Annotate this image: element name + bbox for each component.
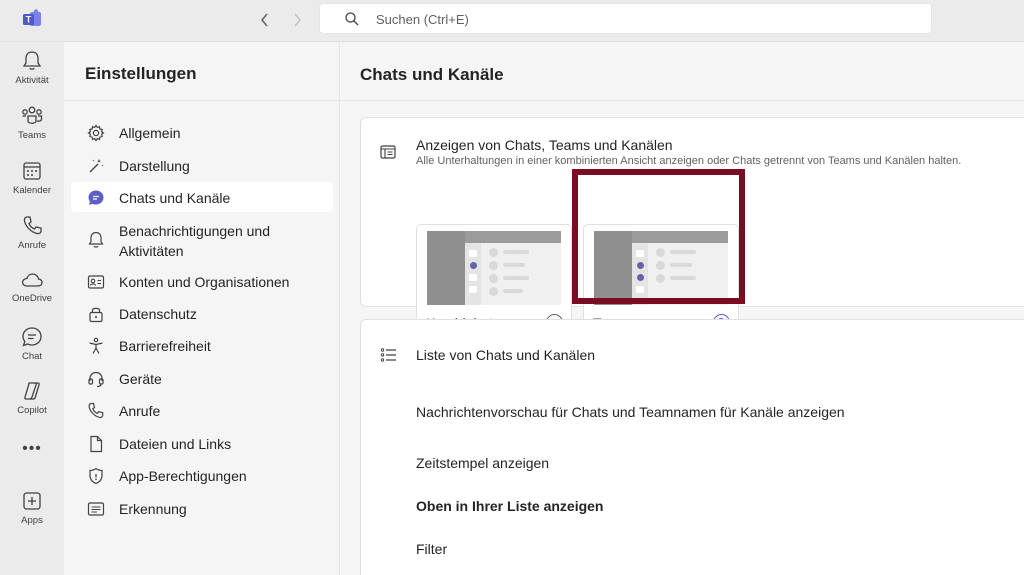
setting-filter[interactable]: Filter — [416, 541, 447, 557]
layout-icon — [380, 145, 396, 159]
settings-item-chats-channels[interactable]: Chats und Kanäle — [71, 182, 333, 212]
rail-item-apps[interactable]: Apps — [0, 490, 64, 540]
settings-item-label: Dateien und Links — [119, 436, 232, 452]
settings-item-files-links[interactable]: Dateien und Links — [71, 428, 333, 458]
settings-item-devices[interactable]: Geräte — [71, 363, 333, 393]
settings-item-accounts[interactable]: Konten und Organisationen — [71, 266, 333, 296]
bell-icon — [22, 51, 42, 70]
phone-icon — [88, 402, 104, 419]
settings-item-accessibility[interactable]: Barrierefreiheit — [71, 330, 333, 360]
settings-item-notifications[interactable]: Benachrichtigungen und Aktivitäten — [71, 218, 333, 262]
title-bar: T — [0, 0, 1024, 42]
teams-icon — [22, 106, 43, 124]
rail-item-activity[interactable]: Aktivität — [0, 50, 64, 100]
recognition-icon — [87, 502, 105, 516]
copilot-icon — [24, 382, 40, 400]
chevron-right-icon — [294, 13, 301, 27]
rail-item-teams[interactable]: Teams — [0, 105, 64, 155]
list-settings-card: Liste von Chats und Kanälen Nachrichtenv… — [360, 319, 1024, 575]
settings-item-label: Darstellung — [119, 158, 190, 174]
rail-item-calendar[interactable]: Kalender — [0, 160, 64, 210]
app-rail: Aktivität Teams Kalender Anrufe OneDrive — [0, 42, 64, 575]
settings-item-label: App-Berechtigungen — [119, 468, 247, 484]
svg-text:T: T — [26, 15, 32, 25]
rail-label: Chat — [21, 351, 43, 362]
setting-show-timestamp[interactable]: Zeitstempel anzeigen — [416, 455, 549, 471]
rail-label: Apps — [21, 515, 43, 526]
combined-preview-image — [427, 231, 561, 305]
settings-item-label: Datenschutz — [119, 306, 197, 322]
teams-logo-icon: T — [22, 9, 42, 29]
settings-item-privacy[interactable]: Datenschutz — [71, 298, 333, 328]
rail-item-onedrive[interactable]: OneDrive — [0, 270, 64, 320]
contact-card-icon — [87, 275, 105, 289]
chat-icon — [22, 327, 42, 347]
display-settings-card: Anzeigen von Chats, Teams und Kanälen Al… — [360, 117, 1024, 338]
main-content: Chats und Kanäle Anzeigen von Chats, Tea… — [340, 42, 1024, 575]
magic-wand-icon — [89, 159, 104, 173]
list-icon — [380, 348, 396, 362]
more-icon: ••• — [22, 440, 42, 457]
settings-item-label: Benachrichtigungen und Aktivitäten — [119, 223, 271, 259]
rail-label: Teams — [18, 130, 46, 141]
cloud-icon — [21, 273, 43, 287]
display-section-title: Anzeigen von Chats, Teams und Kanälen — [416, 137, 673, 153]
document-icon — [90, 435, 103, 453]
divider — [340, 100, 1024, 101]
phone-icon — [23, 216, 42, 235]
settings-item-recognition[interactable]: Erkennung — [71, 493, 333, 523]
rail-label: Aktivität — [15, 75, 49, 86]
forward-button[interactable] — [285, 9, 309, 31]
settings-item-calls[interactable]: Anrufe — [71, 395, 333, 425]
accessibility-icon — [89, 337, 103, 354]
display-section-subtitle: Alle Unterhaltungen in einer kombinierte… — [416, 155, 962, 167]
rail-item-copilot[interactable]: Copilot — [0, 380, 64, 430]
separate-preview-image — [594, 231, 728, 305]
setting-show-top-of-list: Oben in Ihrer Liste anzeigen — [416, 498, 604, 514]
settings-item-general[interactable]: Allgemein — [71, 117, 333, 147]
settings-item-app-permissions[interactable]: App-Berechtigungen — [71, 460, 333, 490]
search-input[interactable] — [376, 8, 916, 30]
settings-item-label: Anrufe — [119, 403, 161, 419]
shield-icon — [89, 467, 103, 485]
settings-title: Einstellungen — [85, 64, 197, 83]
rail-label: Kalender — [12, 185, 52, 196]
settings-sidebar: Einstellungen Allgemein Darstellung Chat… — [64, 42, 340, 575]
rail-label: OneDrive — [11, 293, 53, 304]
settings-item-label: Chats und Kanäle — [119, 190, 231, 206]
rail-label: Copilot — [17, 405, 47, 416]
bell-icon — [88, 231, 104, 248]
page-title: Chats und Kanäle — [360, 65, 504, 84]
settings-item-label: Allgemein — [119, 125, 181, 141]
settings-item-label: Konten und Organisationen — [119, 274, 290, 290]
gear-icon — [87, 124, 105, 142]
settings-item-appearance[interactable]: Darstellung — [71, 150, 333, 180]
list-section-title: Liste von Chats und Kanälen — [416, 347, 596, 363]
setting-message-preview[interactable]: Nachrichtenvorschau für Chats und Teamna… — [416, 404, 845, 420]
search-box[interactable] — [319, 3, 932, 34]
rail-label: Anrufe — [18, 240, 46, 251]
add-app-icon — [23, 492, 41, 510]
calendar-icon — [23, 162, 41, 180]
search-icon — [345, 12, 359, 26]
settings-item-label: Erkennung — [119, 501, 187, 517]
rail-item-calls[interactable]: Anrufe — [0, 215, 64, 265]
settings-item-label: Geräte — [119, 371, 162, 387]
headset-icon — [88, 371, 104, 388]
back-button[interactable] — [253, 9, 277, 31]
lock-icon — [89, 307, 103, 323]
rail-item-chat[interactable]: Chat — [0, 326, 64, 376]
chevron-left-icon — [261, 13, 268, 27]
settings-item-label: Barrierefreiheit — [119, 338, 211, 354]
more-apps-button[interactable]: ••• — [0, 440, 64, 458]
divider — [64, 100, 340, 101]
chat-bubble-icon — [88, 190, 104, 205]
